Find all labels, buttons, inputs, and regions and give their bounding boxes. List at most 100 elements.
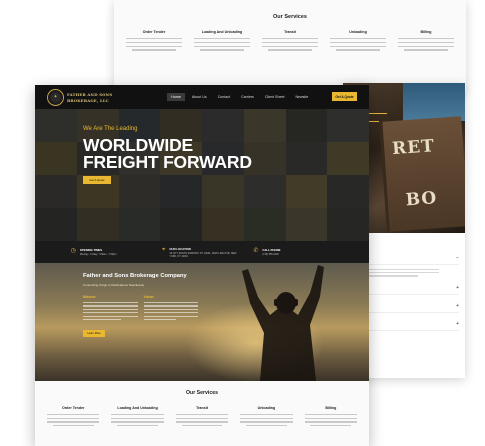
text-placeholder-line — [126, 38, 182, 40]
text-placeholder-line — [304, 421, 358, 423]
text-placeholder-line — [83, 305, 138, 307]
info-phone: ✆ CALL PHONE (718) 555-0100 — [253, 248, 333, 256]
text-placeholder-line — [240, 421, 293, 423]
service-item: Billing — [299, 406, 363, 429]
services-section: Our Services Order Tender Loading And Un… — [35, 381, 369, 446]
back-service-heading: Loading And Unloading — [201, 30, 243, 34]
logo-wordmark: FATHER AND SONS BROKERAGE, LLC — [67, 92, 112, 103]
text-placeholder-line — [404, 49, 448, 51]
text-placeholder-line — [304, 417, 358, 419]
service-item: Unloading — [234, 406, 298, 429]
expand-icon[interactable]: + — [456, 303, 459, 309]
back-service-item: Unloading — [324, 30, 392, 53]
text-placeholder-line — [52, 425, 94, 427]
phone-icon: ✆ — [253, 248, 259, 254]
faq-answer — [357, 269, 459, 277]
wooden-sign: RET BO — [379, 116, 465, 232]
text-placeholder-line — [143, 312, 198, 314]
text-placeholder-line — [83, 318, 122, 321]
clock-icon: ◷ — [70, 248, 76, 254]
expand-icon[interactable]: + — [456, 285, 459, 291]
text-placeholder-line — [46, 417, 100, 419]
about-subtitle: Connecting Cargo to Destinations Seamles… — [83, 283, 145, 287]
text-placeholder-line — [143, 305, 198, 307]
text-placeholder-line — [181, 425, 223, 427]
nav-item-home[interactable]: Home — [167, 93, 185, 101]
text-placeholder-line — [310, 425, 352, 427]
faq-item[interactable]: ...? − — [357, 253, 459, 265]
text-placeholder-line — [175, 417, 229, 419]
about-content: Father and Sons Brokerage Company Connec… — [83, 273, 198, 338]
service-heading: Unloading — [257, 406, 276, 410]
brand-logo[interactable]: ✦ FATHER AND SONS BROKERAGE, LLC — [47, 88, 112, 106]
nav-item-contact[interactable]: Contact — [214, 93, 234, 101]
service-item: Transit — [170, 406, 234, 429]
service-item: Loading And Unloading — [105, 406, 169, 429]
text-placeholder-line — [357, 272, 439, 274]
back-service-heading: Unloading — [349, 30, 367, 34]
service-heading: Order Tender — [61, 406, 85, 410]
text-placeholder-line — [111, 414, 164, 416]
text-placeholder-line — [46, 414, 100, 416]
nav-item-about[interactable]: About Us — [188, 93, 211, 101]
nav-item-client-sheet[interactable]: Client Sheet — [261, 93, 289, 101]
worker-silhouette — [242, 265, 324, 381]
services-title: Our Services — [185, 390, 218, 396]
text-placeholder-line — [83, 312, 138, 314]
text-placeholder-line — [143, 302, 198, 304]
hero-quote-button[interactable]: Get A Quote — [83, 176, 111, 184]
info-value[interactable]: (718) 555-0100 — [262, 253, 280, 256]
faq-item[interactable]: + — [357, 319, 459, 331]
text-placeholder-line — [200, 49, 244, 51]
info-value: Monday - Friday: 7:00am - 7:00pm — [79, 253, 117, 256]
text-placeholder-line — [132, 49, 176, 51]
vision-column: Vision — [143, 295, 198, 322]
nav-menu: Home About Us Contact Carriers Client Sh… — [167, 93, 315, 101]
info-value: 16 CITY ROUTE PARKWAY NY 10001, MAIN LIN… — [169, 251, 237, 258]
text-placeholder-line — [357, 269, 439, 271]
seal-icon: ✦ — [47, 88, 64, 106]
logo-line-2: BROKERAGE, LLC — [67, 97, 109, 103]
text-placeholder-line — [336, 49, 380, 51]
text-placeholder-line — [240, 417, 293, 419]
text-placeholder-line — [262, 41, 318, 44]
text-placeholder-line — [240, 414, 293, 416]
text-placeholder-line — [330, 45, 386, 47]
service-item: Order Tender — [41, 406, 105, 429]
get-quote-button[interactable]: Get A Quote — [332, 92, 357, 101]
back-service-item: Transit — [256, 30, 324, 53]
text-placeholder-line — [46, 421, 100, 423]
expand-icon[interactable]: + — [456, 321, 459, 327]
faq-item[interactable]: ...ed? + — [357, 301, 459, 313]
text-placeholder-line — [126, 45, 182, 47]
text-placeholder-line — [175, 421, 229, 423]
back-service-heading: Order Tender — [142, 30, 166, 34]
info-label: OUR LOCATION — [169, 246, 191, 251]
text-placeholder-line — [111, 421, 164, 423]
text-placeholder-line — [262, 45, 318, 47]
text-placeholder-line — [194, 41, 250, 44]
text-placeholder-line — [143, 308, 198, 310]
collapse-icon[interactable]: − — [456, 256, 459, 261]
text-placeholder-line — [398, 45, 454, 47]
services-grid: Order Tender Loading And Unloading Trans… — [41, 406, 363, 429]
faq-item[interactable]: ... + — [357, 283, 459, 295]
text-placeholder-line — [111, 417, 164, 419]
location-pin-icon: ⌖ — [161, 246, 166, 253]
text-placeholder-line — [194, 45, 250, 47]
text-placeholder-line — [304, 414, 358, 416]
text-placeholder-line — [330, 38, 386, 40]
nav-item-newsite[interactable]: Newsite — [291, 93, 312, 101]
info-label: CALL PHONE — [262, 248, 281, 252]
text-placeholder-line — [398, 41, 454, 44]
info-bar: ◷ OPENING TIMES Monday - Friday: 7:00am … — [35, 241, 369, 263]
text-placeholder-line — [83, 315, 138, 317]
back-services-grid: Order Tender Loading And Unloading Trans… — [120, 30, 460, 53]
nav-item-carriers[interactable]: Carriers — [237, 93, 258, 101]
front-page-home: ✦ FATHER AND SONS BROKERAGE, LLC Home Ab… — [35, 85, 369, 446]
text-placeholder-line — [83, 302, 138, 304]
text-placeholder-line — [175, 414, 229, 416]
about-section: Father and Sons Brokerage Company Connec… — [35, 263, 369, 381]
learn-more-button[interactable]: Learn More — [83, 330, 105, 338]
back-service-item: Billing — [392, 30, 460, 53]
